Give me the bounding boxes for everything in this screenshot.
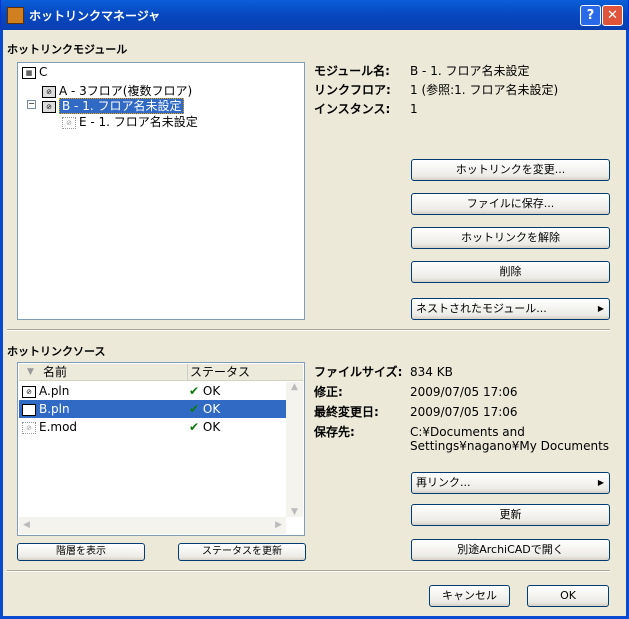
- check-icon: ✔: [189, 384, 200, 398]
- scroll-down-icon[interactable]: ▼: [286, 507, 303, 517]
- source-info: ファイルサイズ: 834 KB 修正: 2009/07/05 17:06 最終変更日…: [314, 362, 609, 453]
- value-location-2: Settings¥nagano¥My Documents: [410, 439, 610, 453]
- list-row[interactable]: ⊘ E.mod ✔ OK: [19, 418, 286, 436]
- help-button[interactable]: ?: [580, 5, 601, 26]
- scroll-right-icon[interactable]: ▶: [275, 517, 282, 534]
- change-hotlink-button[interactable]: ホットリンクを変更...: [411, 159, 610, 181]
- label-location: 保存先:: [314, 425, 355, 439]
- module-info: モジュール名: B - 1. フロア名未設定 リンクフロア: 1 (参照:1. フロ…: [314, 62, 558, 119]
- close-button[interactable]: ✕: [602, 5, 623, 26]
- value-module-name: B - 1. フロア名未設定: [410, 64, 530, 78]
- module-tree[interactable]: ▦ C ⊘ A - 3フロア(複数フロア) − ⊘ B - 1. フロア名未設定 ⊘ E…: [17, 62, 305, 320]
- value-file-size: 834 KB: [410, 365, 453, 379]
- sources-heading: ホットリンクソース: [7, 345, 106, 358]
- module-icon: ⊘: [62, 116, 76, 129]
- value-location: C:¥Documents and: [410, 425, 525, 439]
- row-status: OK: [202, 420, 221, 434]
- scroll-left-icon[interactable]: ◀: [23, 517, 30, 534]
- relink-button[interactable]: 再リンク... ▶: [411, 472, 610, 494]
- row-name: A.pln: [39, 384, 70, 398]
- sort-icon: ▼: [27, 367, 34, 377]
- label-modified: 修正:: [314, 385, 343, 399]
- tree-node-e[interactable]: ⊘ E - 1. フロア名未設定: [62, 113, 198, 130]
- window-title: ホットリンクマネージャ: [29, 9, 161, 23]
- update-button[interactable]: 更新: [411, 504, 610, 526]
- check-icon: ✔: [189, 420, 200, 434]
- label-link-floor: リンクフロア:: [314, 83, 391, 97]
- column-name[interactable]: 名前: [43, 364, 67, 381]
- delete-button[interactable]: 削除: [411, 261, 610, 283]
- label-module-name: モジュール名:: [314, 64, 390, 78]
- module-icon: ⊘: [42, 85, 56, 98]
- tree-node-c[interactable]: ▦ C: [22, 65, 47, 79]
- value-link-floor: 1 (参照:1. フロア名未設定): [410, 83, 559, 97]
- scroll-up-icon[interactable]: ▲: [286, 382, 303, 399]
- list-header: ▼ 名前 ステータス: [19, 364, 303, 381]
- app-icon: [7, 7, 24, 24]
- cancel-button[interactable]: キャンセル: [429, 585, 510, 607]
- submenu-arrow-icon: ▶: [597, 304, 604, 313]
- plan-file-icon: ▦: [22, 66, 36, 79]
- relink-label: 再リンク...: [416, 476, 471, 489]
- vertical-scrollbar[interactable]: ▲ ▼: [286, 382, 303, 517]
- divider: [7, 329, 610, 331]
- show-hierarchy-button[interactable]: 階層を表示: [17, 543, 145, 561]
- row-name: B.pln: [39, 402, 70, 416]
- row-name: E.mod: [39, 420, 78, 434]
- module-icon: ⊘: [42, 100, 56, 113]
- label-instances: インスタンス:: [314, 102, 391, 116]
- check-icon: ✔: [189, 402, 200, 416]
- horizontal-scrollbar[interactable]: ◀ ▶: [19, 517, 286, 534]
- value-last-changed: 2009/07/05 17:06: [410, 405, 518, 419]
- module-file-icon: ⊘: [22, 421, 36, 434]
- source-list[interactable]: ▼ 名前 ステータス ⊘ A.pln ✔ OK ⊘ B.pln ✔ OK ⊘ E.mod ✔…: [17, 362, 305, 536]
- ok-button[interactable]: OK: [527, 585, 609, 607]
- nested-modules-button[interactable]: ネストされたモジュール... ▶: [411, 298, 610, 320]
- plan-file-icon: ⊘: [22, 385, 36, 398]
- row-status: OK: [202, 384, 221, 398]
- collapse-toggle-icon[interactable]: −: [27, 100, 36, 109]
- label-last-changed: 最終変更日:: [314, 405, 379, 419]
- plan-file-icon: ⊘: [22, 403, 36, 416]
- tree-node-b[interactable]: ⊘ B - 1. フロア名未設定: [42, 97, 185, 114]
- modules-heading: ホットリンクモジュール: [7, 43, 128, 56]
- refresh-status-button[interactable]: ステータスを更新: [178, 543, 306, 561]
- submenu-arrow-icon: ▶: [597, 478, 604, 487]
- break-hotlink-button[interactable]: ホットリンクを解除: [411, 227, 610, 249]
- save-to-file-button[interactable]: ファイルに保存...: [411, 193, 610, 215]
- open-in-archicad-button[interactable]: 別途ArchiCADで開く: [411, 539, 610, 561]
- title-bar[interactable]: ホットリンクマネージャ ? ✕: [0, 0, 629, 30]
- value-instances: 1: [410, 102, 418, 116]
- list-row[interactable]: ⊘ B.pln ✔ OK: [19, 400, 286, 418]
- column-status[interactable]: ステータス: [187, 364, 250, 381]
- label-file-size: ファイルサイズ:: [314, 365, 403, 379]
- list-row[interactable]: ⊘ A.pln ✔ OK: [19, 382, 286, 400]
- value-modified: 2009/07/05 17:06: [410, 385, 518, 399]
- divider: [7, 570, 610, 572]
- nested-modules-label: ネストされたモジュール...: [416, 302, 547, 315]
- row-status: OK: [202, 402, 221, 416]
